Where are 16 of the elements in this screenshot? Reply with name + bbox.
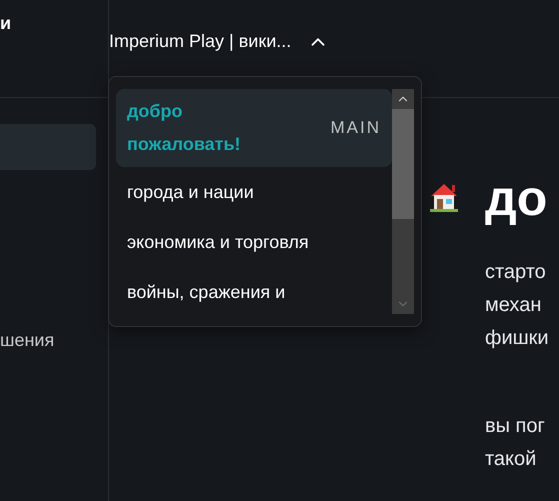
paragraph-line: вы пог [485,414,546,439]
scrollbar[interactable] [392,89,414,314]
dropdown-item[interactable]: экономика и торговля [116,217,392,267]
scrollbar-thumb[interactable] [392,109,414,219]
paragraph-line: старто [485,260,547,285]
main-tag-label: MAIN [330,117,381,140]
sidebar-item[interactable]: шения [0,317,96,363]
paragraph-line: фишки [485,326,549,351]
sidebar-title: и [0,12,12,34]
dropdown-item[interactable]: добро пожаловать! MAIN [116,89,392,167]
paragraph-line: такой [485,447,538,472]
wiki-switcher-button[interactable]: Imperium Play | вики... [109,28,292,55]
paragraph-line: механ [485,293,542,318]
dropdown-item[interactable]: города и нации [116,167,392,217]
page-heading: до [485,170,548,226]
dropdown-item[interactable]: войны, сражения и [116,267,392,314]
